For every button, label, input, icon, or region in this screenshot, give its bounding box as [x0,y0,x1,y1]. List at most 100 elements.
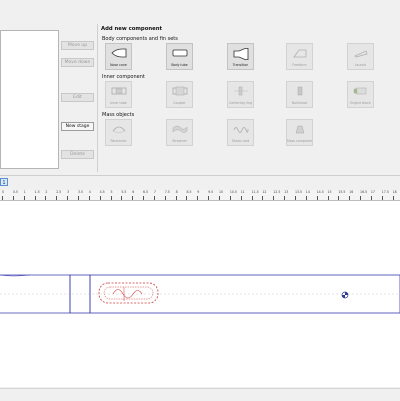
ruler-tick-mark [23,196,25,200]
parachute-button[interactable]: Parachute [105,119,132,146]
rocket-canvas[interactable] [0,201,400,387]
ruler-label: 9.5 [208,190,214,194]
ruler-label: 10.5 [229,190,237,194]
nose-cone-label: Nose cone [110,63,127,67]
ruler-label: 18 [392,190,397,194]
ruler-label: 2 [45,190,48,194]
ruler-tick-mark [305,196,307,200]
ruler-label: 5 [110,190,113,194]
nose-cone-outline [0,274,71,314]
ruler-tick-mark [284,196,286,200]
ruler-tick-mark [121,196,123,200]
nose-cone-button[interactable]: Nose cone [105,43,132,70]
ruler-label: 0.5 [12,190,18,194]
ruler-tick-mark [273,196,275,200]
coupler-button[interactable]: Coupler [166,81,193,108]
ruler-tick-mark [132,196,134,200]
edit-button[interactable]: Edit [61,93,94,102]
ruler-label: 14.5 [316,190,324,194]
ruler-label: 6 [132,190,135,194]
coupler-label: Coupler [173,101,186,105]
transition-button[interactable]: Transition [227,43,254,70]
ruler-tick-mark [392,196,394,200]
ruler-tick-mark [110,196,112,200]
engine-block-label: Engine block [350,101,371,105]
shock-cord-label: Shock cord [231,139,250,143]
inner-tube-label: Inner tube [110,101,127,105]
ruler-label: 4.5 [99,190,105,194]
ruler-tick-mark [77,196,79,200]
ruler-label: 12 [262,190,267,194]
ruler-label: 8.5 [186,190,192,194]
parachute-icon [112,126,126,134]
rocket-body [0,274,400,314]
mass-objects-heading: Mass objects [102,112,135,118]
ruler-label: 4 [88,190,91,194]
mass-component-button[interactable]: Mass component [286,119,313,146]
ruler-label: 17.5 [381,190,389,194]
ruler-tick-mark [67,196,69,200]
ruler-tick-mark [229,196,231,200]
mass-component-label: Mass component [287,139,312,143]
ruler-label: 7 [153,190,156,194]
bulkhead-label: Bulkhead [292,101,307,105]
ruler-tick-mark [175,196,177,200]
ruler-label: 0 [2,190,5,194]
ruler-tick-mark [360,196,362,200]
cg-marker [341,291,349,299]
launch-lug-button[interactable]: Launch [347,43,374,70]
status-bar [0,388,400,401]
ruler-tick-mark [370,196,372,200]
stage-tab-bar: 1 [0,175,400,190]
streamer-button[interactable]: Streamer [166,119,193,146]
freeform-fin-label: Freeform [292,63,307,67]
ruler-tick-mark [34,196,36,200]
ruler-label: 11.5 [251,190,259,194]
shock-cord-button[interactable]: Shock cord [227,119,254,146]
fin-icon [293,49,307,58]
ruler-label: 14 [305,190,310,194]
ruler-tick-mark [153,196,155,200]
move-down-button[interactable]: Move down [61,58,94,67]
ruler-label: 12.5 [273,190,281,194]
ruler: 0 0.5 1 1.5 2 2.5 3 3.5 4 4.5 5 5.5 6 6.5 7 7.5 8 8.5 9 9.5… [0,190,400,201]
centering-ring-icon [234,86,248,96]
ruler-tick-mark [316,196,318,200]
ruler-tick-mark [45,196,47,200]
ruler-tick-mark [349,196,351,200]
ruler-label: 9 [197,190,200,194]
bulkhead-icon [297,86,303,96]
new-stage-button[interactable]: New stage [61,122,94,131]
add-component-panel: Add new component Body components and fi… [97,24,400,172]
engine-block-button[interactable]: Engine block [347,81,374,108]
ruler-label: 3 [67,190,70,194]
ruler-tick-mark [294,196,296,200]
ruler-tick-mark [327,196,329,200]
ruler-tick-mark [88,196,90,200]
coupler-icon [172,86,188,96]
body-tube-button[interactable]: Body tube [166,43,193,70]
ruler-label: 13.5 [294,190,303,194]
ruler-label: 1 [23,190,26,194]
ruler-tick-mark [197,196,199,200]
freeform-fin-button[interactable]: Freeform [286,43,313,70]
ruler-label: 5.5 [121,190,127,194]
shock-cord-icon [233,127,249,133]
ruler-tick-mark [164,196,166,200]
centering-ring-button[interactable]: Centering ring [227,81,254,108]
bulkhead-button[interactable]: Bulkhead [286,81,313,108]
ruler-tick-mark [240,196,242,200]
ruler-tick-mark [208,196,210,200]
component-tree[interactable] [0,30,59,169]
delete-button[interactable]: Delete [61,150,94,159]
move-up-button[interactable]: Move up [61,41,94,50]
transition-label: Transition [232,63,249,67]
ruler-label: 7.5 [164,190,170,194]
stage-tab[interactable]: 1 [0,178,8,186]
ruler-label: 11 [240,190,245,194]
parachute-label: Parachute [110,139,127,143]
ruler-label: 16 [349,190,354,194]
inner-tube-button[interactable]: Inner tube [105,81,132,108]
launch-lug-label: Launch [354,63,367,67]
ruler-tick-mark [381,196,383,200]
